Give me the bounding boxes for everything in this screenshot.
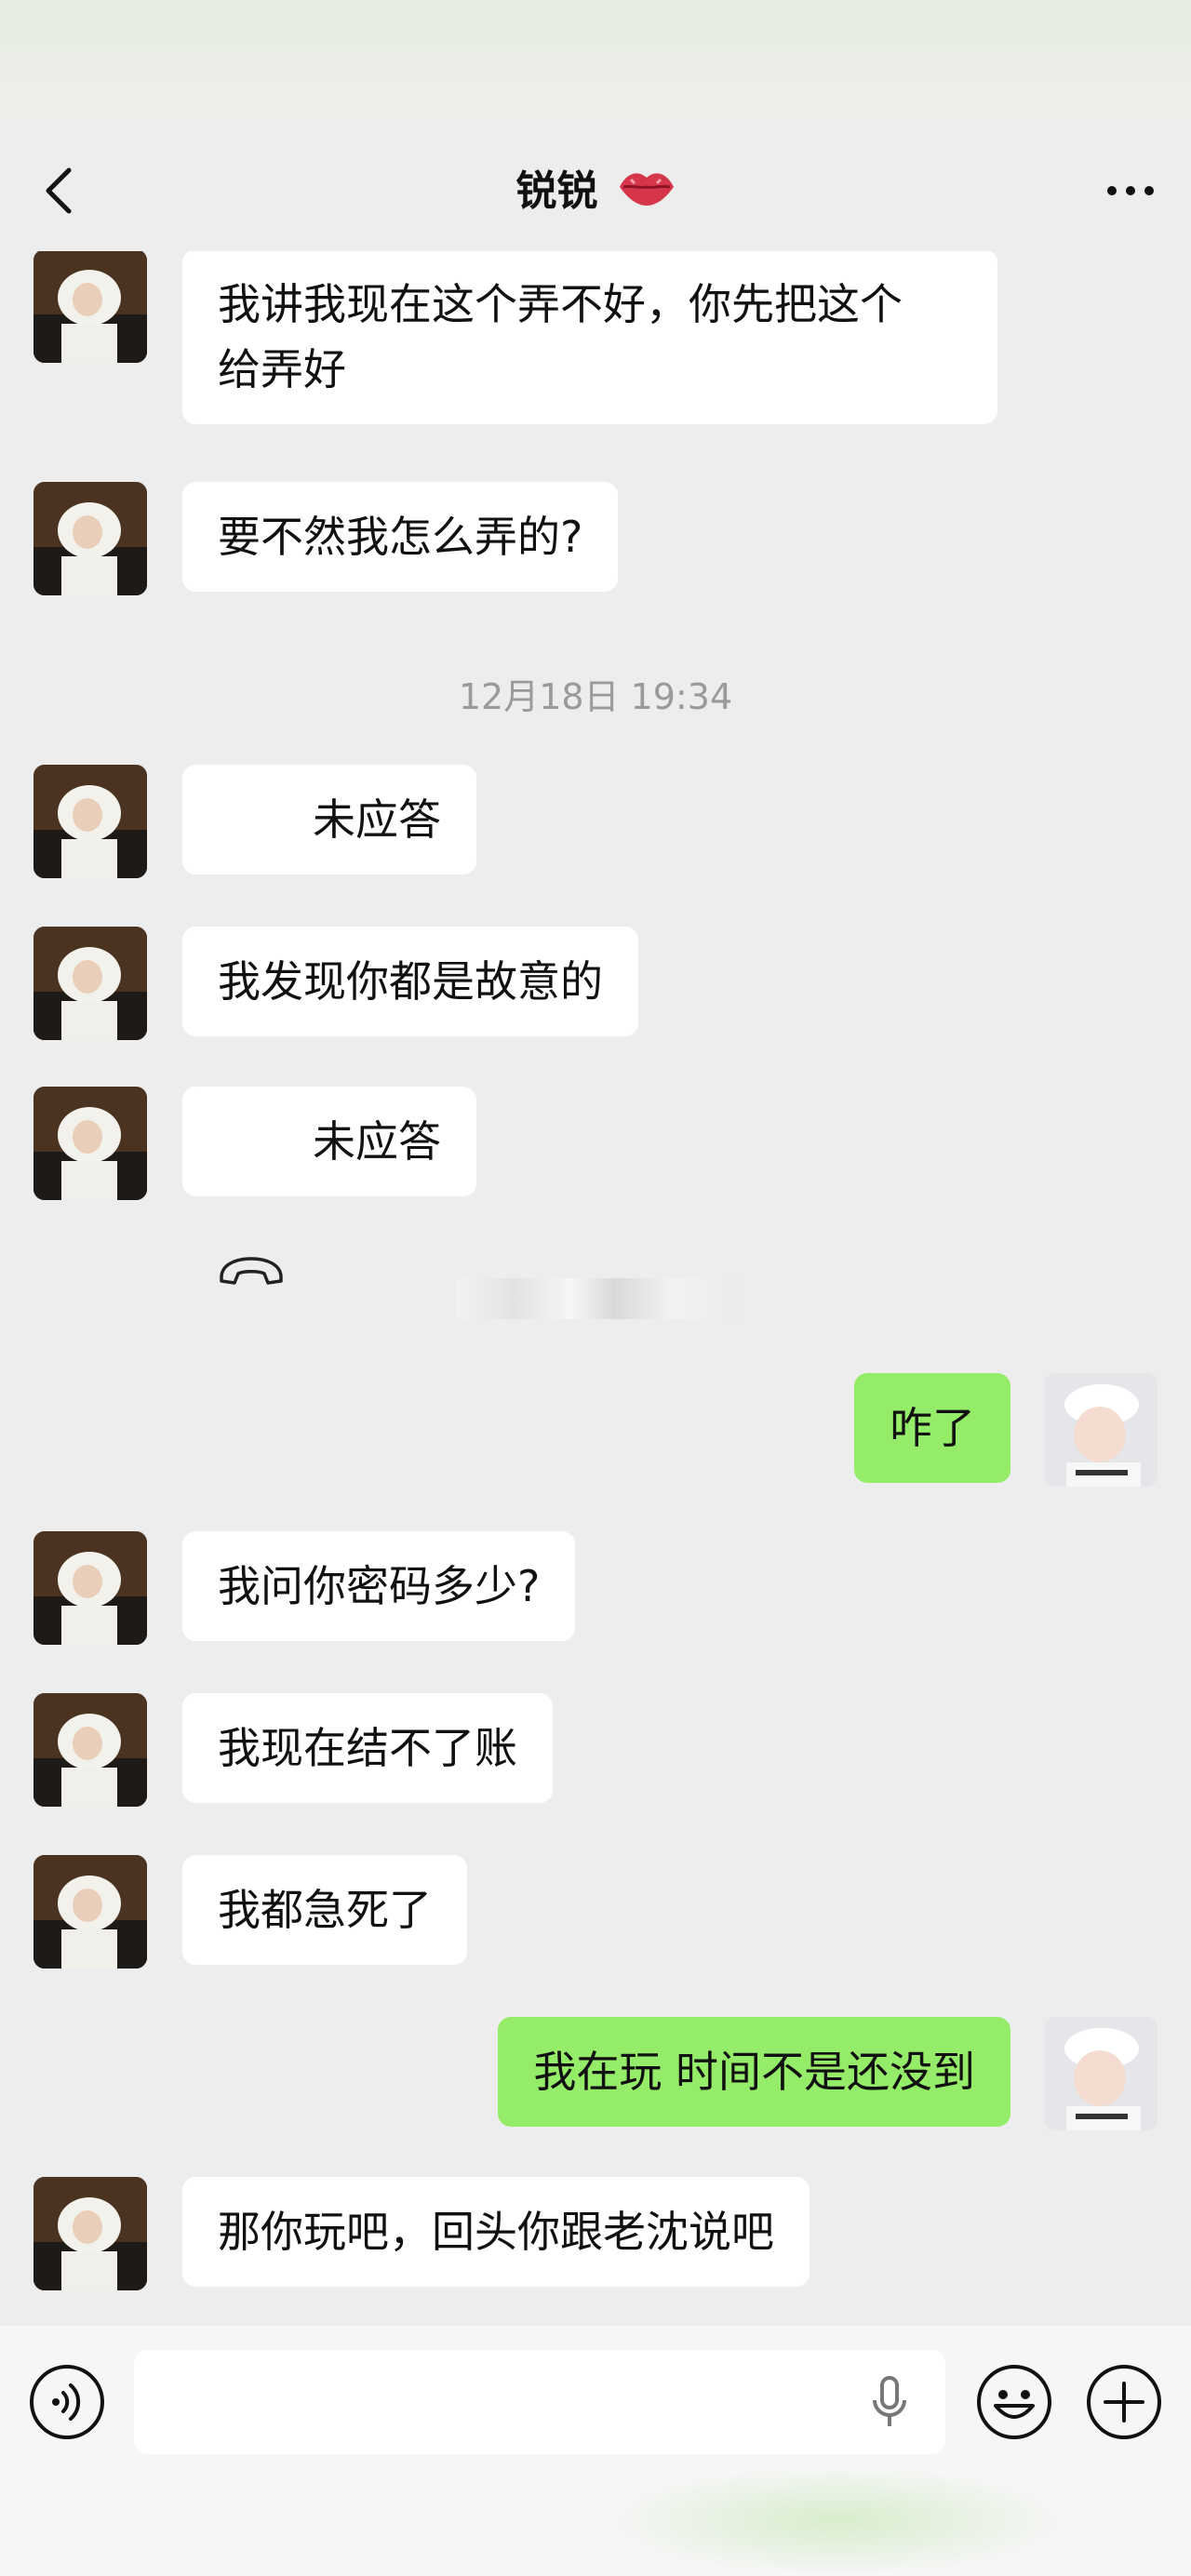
message-list[interactable]: 我讲我现在这个弄不好，你先把这个 给弄好 要不然我怎么弄的? 12月18日 19… [0, 251, 1191, 2326]
contact-avatar[interactable] [33, 1855, 147, 1969]
missed-call-bubble[interactable]: 未应答 [182, 765, 476, 963]
more-dots-icon [1107, 186, 1154, 195]
message-bubble[interactable]: 我问你密码多少? [182, 1531, 576, 1641]
input-toolbar [0, 2326, 1191, 2576]
message-bubble[interactable]: 要不然我怎么弄的? [182, 482, 619, 592]
call-status-text: 未应答 [313, 1116, 441, 1167]
timestamp: 12月18日 19:34 [458, 676, 733, 717]
lips-icon [618, 167, 676, 220]
emoji-icon [977, 2365, 1051, 2439]
more-options-button[interactable] [1098, 167, 1163, 214]
add-button[interactable] [1085, 2363, 1163, 2441]
chat-header: 锐锐 [0, 140, 1191, 251]
voice-icon [30, 2365, 104, 2439]
message-bubble[interactable]: 我现在结不了账 [182, 1693, 553, 1803]
plus-icon [1087, 2365, 1161, 2439]
contact-avatar[interactable] [33, 2177, 147, 2290]
message-bubble-sent[interactable]: 咋了 [854, 1373, 1010, 1483]
contact-avatar[interactable] [33, 1531, 147, 1645]
contact-avatar[interactable] [33, 251, 147, 363]
emoji-button[interactable] [975, 2363, 1053, 2441]
contact-name: 锐锐 [515, 167, 598, 215]
chat-title: 锐锐 [0, 166, 1191, 220]
mic-icon[interactable] [871, 2374, 908, 2430]
message-bubble[interactable]: 那你玩吧，回头你跟老沈说吧 [182, 2177, 810, 2287]
contact-avatar[interactable] [33, 482, 147, 595]
status-bar-area [0, 0, 1191, 158]
message-bubble[interactable]: 我讲我现在这个弄不好，你先把这个 给弄好 [182, 251, 997, 424]
message-bubble[interactable]: 我发现你都是故意的 [182, 927, 638, 1036]
message-bubble[interactable]: 我都急死了 [182, 1855, 467, 1965]
message-bubble-sent[interactable]: 我在玩 时间不是还没到 [498, 2017, 1010, 2127]
call-status-text: 未应答 [313, 794, 441, 845]
blurred-timestamp [456, 1278, 744, 1319]
missed-call-bubble[interactable]: 未应答 [182, 1087, 476, 1285]
my-avatar[interactable] [1044, 2017, 1158, 2130]
contact-avatar[interactable] [33, 927, 147, 1040]
voice-button[interactable] [28, 2363, 106, 2441]
phone-hangup-icon [218, 803, 285, 963]
bottom-glow [605, 2465, 1070, 2576]
contact-avatar[interactable] [33, 1693, 147, 1807]
my-avatar[interactable] [1044, 1373, 1158, 1487]
contact-avatar[interactable] [33, 765, 147, 878]
contact-avatar[interactable] [33, 1087, 147, 1200]
message-input[interactable] [134, 2350, 945, 2454]
phone-hangup-icon [218, 1125, 285, 1285]
